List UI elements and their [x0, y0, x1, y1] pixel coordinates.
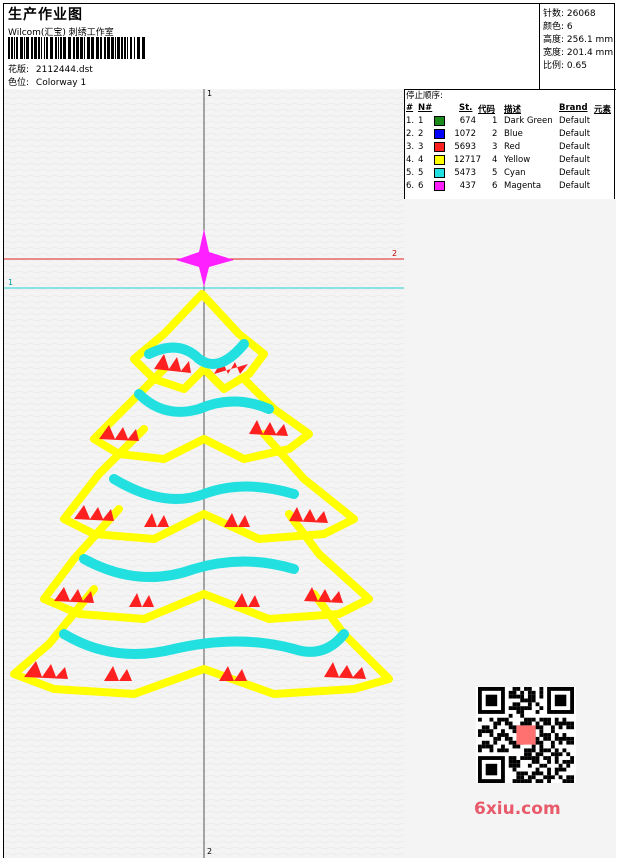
row-code: 6	[492, 181, 498, 191]
row-num: 4.	[406, 155, 415, 165]
row-n: 6	[418, 181, 424, 191]
row-code: 4	[492, 155, 498, 165]
top-axis-marker: 1	[207, 89, 213, 98]
colorway-label: 色位:	[8, 78, 30, 88]
embroidery-preview	[4, 89, 404, 858]
row-n: 1	[418, 116, 424, 126]
stitch-count: 针数: 26068	[543, 9, 596, 19]
design-label: 花版:	[8, 65, 30, 75]
row-n: 3	[418, 142, 424, 152]
stop-row: 1. 1 674 1 Dark Green Default	[404, 116, 616, 129]
thread-color-swatch	[434, 168, 445, 178]
row-num: 3.	[406, 142, 415, 152]
bottom-axis-marker: 2	[207, 847, 213, 856]
qr-logo	[516, 725, 536, 745]
row-code: 5	[492, 168, 498, 178]
thread-color-swatch	[434, 142, 445, 152]
row-n: 2	[418, 129, 424, 139]
row-stitches: 12717	[454, 155, 482, 165]
qr-code	[476, 687, 576, 783]
design-width: 宽度: 201.4 mm	[543, 48, 614, 58]
sheet-header: 生产作业图 Wilcom(汇宝) 刺绣工作室 花版: 2112444.dst 色…	[4, 4, 616, 90]
row-brand: Default	[559, 155, 591, 165]
row-stitches: 5473	[454, 168, 476, 178]
stop-row: 3. 3 5693 3 Red Default	[404, 142, 616, 155]
red-line-marker: 2	[392, 249, 398, 258]
col-elem: 元素	[594, 105, 612, 115]
cyan-line-marker: 1	[8, 278, 14, 287]
row-num: 5.	[406, 168, 415, 178]
sheet-title: 生产作业图	[8, 7, 83, 23]
row-desc: Cyan	[504, 168, 526, 178]
row-n: 4	[418, 155, 424, 165]
thread-color-swatch	[434, 116, 445, 126]
row-code: 1	[492, 116, 498, 126]
row-stitches: 5693	[454, 142, 476, 152]
design-height: 高度: 256.1 mm	[543, 35, 614, 45]
col-num: #	[406, 103, 414, 113]
row-num: 6.	[406, 181, 415, 191]
row-desc: Red	[504, 142, 521, 152]
colorway-line: 色位: Colorway 1	[8, 75, 86, 88]
row-num: 1.	[406, 116, 415, 126]
color-count: 颜色: 6	[543, 22, 573, 32]
design-file-line: 花版: 2112444.dst	[8, 62, 93, 75]
row-brand: Default	[559, 181, 591, 191]
col-n: N#	[418, 103, 433, 113]
stop-sequence-panel: 停止顺序: # N# St. 代码 描述 Brand 元素 1. 1 674 1 Dar…	[404, 89, 616, 200]
row-brand: Default	[559, 129, 591, 139]
design-scale: 比例: 0.65	[543, 61, 587, 71]
watermark-site: 6xiu.com	[474, 799, 561, 819]
design-value: 2112444.dst	[35, 65, 93, 75]
row-desc: Yellow	[504, 155, 531, 165]
col-desc: 描述	[504, 105, 522, 115]
notes-panel: 6xiu.com	[404, 199, 616, 858]
barcode	[8, 37, 145, 59]
colorway-value: Colorway 1	[35, 78, 87, 88]
row-brand: Default	[559, 142, 591, 152]
stop-row: 4. 4 12717 4 Yellow Default	[404, 155, 616, 168]
stop-row: 6. 6 437 6 Magenta Default	[404, 181, 616, 194]
production-sheet: 生产作业图 Wilcom(汇宝) 刺绣工作室 花版: 2112444.dst 色…	[3, 3, 616, 858]
row-stitches: 674	[459, 116, 476, 126]
thread-color-swatch	[434, 129, 445, 139]
col-st: St.	[459, 103, 473, 113]
row-stitches: 1072	[454, 129, 476, 139]
row-n: 5	[418, 168, 424, 178]
design-canvas: 1 2 2 1	[4, 89, 405, 858]
stats-panel: 针数: 26068 颜色: 6 高度: 256.1 mm 宽度: 201.4 m…	[539, 4, 617, 89]
row-desc: Dark Green	[504, 116, 553, 126]
row-code: 3	[492, 142, 498, 152]
col-code: 代码	[478, 105, 496, 115]
col-brand: Brand	[559, 103, 588, 113]
stop-row: 2. 2 1072 2 Blue Default	[404, 129, 616, 142]
row-code: 2	[492, 129, 498, 139]
stop-sequence-title: 停止顺序:	[406, 91, 443, 101]
row-brand: Default	[559, 116, 591, 126]
thread-color-swatch	[434, 181, 445, 191]
thread-color-swatch	[434, 155, 445, 165]
row-desc: Blue	[504, 129, 523, 139]
row-num: 2.	[406, 129, 415, 139]
row-stitches: 437	[459, 181, 476, 191]
row-brand: Default	[559, 168, 591, 178]
stop-row: 5. 5 5473 5 Cyan Default	[404, 168, 616, 181]
row-desc: Magenta	[504, 181, 542, 191]
